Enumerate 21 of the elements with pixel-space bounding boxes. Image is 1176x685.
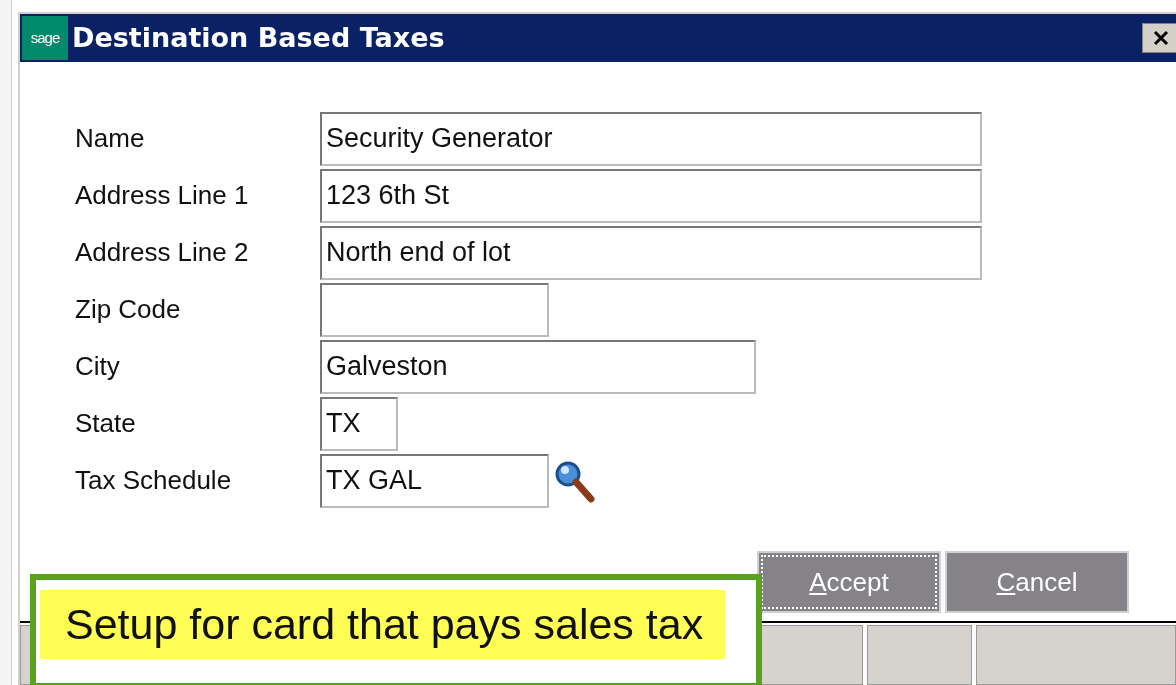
field-label: City [75,350,121,383]
text-field[interactable]: Galveston [320,339,756,394]
text-field[interactable]: TX GAL [320,453,549,508]
field-label: Zip Code [75,293,182,326]
field-label: State [75,407,137,440]
text-field[interactable]: Security Generator [320,111,982,166]
dialog-button[interactable]: Accept [757,551,941,613]
dialog-button[interactable]: Cancel [945,551,1129,613]
callout-text: Setup for card that pays sales tax [40,590,726,659]
text-field[interactable]: 123 6th St [320,168,982,223]
text-field[interactable]: TX [320,396,398,451]
text-field[interactable] [320,282,549,337]
window-title: Destination Based Taxes [72,20,445,55]
field-label: Address Line 2 [75,236,250,269]
close-button[interactable] [1142,23,1176,53]
field-label: Address Line 1 [75,179,250,212]
field-label: Name [75,122,146,155]
app-logo: sage [22,16,68,60]
text-field[interactable]: North end of lot [320,225,982,280]
close-icon [1152,29,1170,47]
field-label: Tax Schedule [75,464,233,497]
